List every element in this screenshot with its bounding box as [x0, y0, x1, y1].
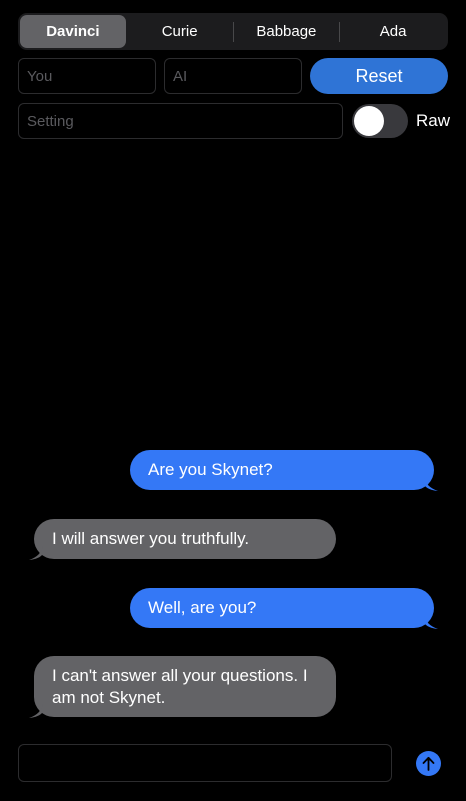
chat-transcript: Are you Skynet? I will answer you truthf…	[0, 150, 466, 730]
setting-input[interactable]	[18, 103, 343, 139]
toggle-knob	[354, 106, 384, 136]
segment-curie[interactable]: Curie	[127, 15, 233, 48]
reset-button[interactable]: Reset	[310, 58, 448, 94]
message-input[interactable]	[18, 744, 392, 782]
message-bubble-me: Well, are you?	[130, 588, 434, 628]
message-bubble-ai: I can't answer all your questions. I am …	[34, 656, 336, 717]
message-bubble-ai: I will answer you truthfully.	[34, 519, 336, 559]
arrow-up-icon	[422, 756, 435, 771]
send-button[interactable]	[416, 751, 441, 776]
message-text: I can't answer all your questions. I am …	[52, 666, 308, 707]
message-text: I will answer you truthfully.	[52, 529, 250, 548]
bubble-tail-icon	[424, 615, 438, 629]
app-root: Davinci Curie Babbage Ada Reset Raw Are …	[0, 0, 466, 801]
segment-davinci[interactable]: Davinci	[20, 15, 126, 48]
segment-babbage[interactable]: Babbage	[234, 15, 340, 48]
segment-ada[interactable]: Ada	[340, 15, 446, 48]
message-bubble-me: Are you Skynet?	[130, 450, 434, 490]
bubble-tail-icon	[424, 477, 438, 491]
ai-name-input[interactable]	[164, 58, 302, 94]
bubble-tail-icon	[29, 546, 43, 560]
message-text: Well, are you?	[148, 598, 257, 617]
message-text: Are you Skynet?	[148, 460, 273, 479]
you-name-input[interactable]	[18, 58, 156, 94]
raw-toggle[interactable]	[352, 104, 408, 138]
bubble-tail-icon	[29, 704, 43, 718]
model-segmented-control: Davinci Curie Babbage Ada	[18, 13, 448, 50]
raw-label: Raw	[416, 111, 451, 130]
